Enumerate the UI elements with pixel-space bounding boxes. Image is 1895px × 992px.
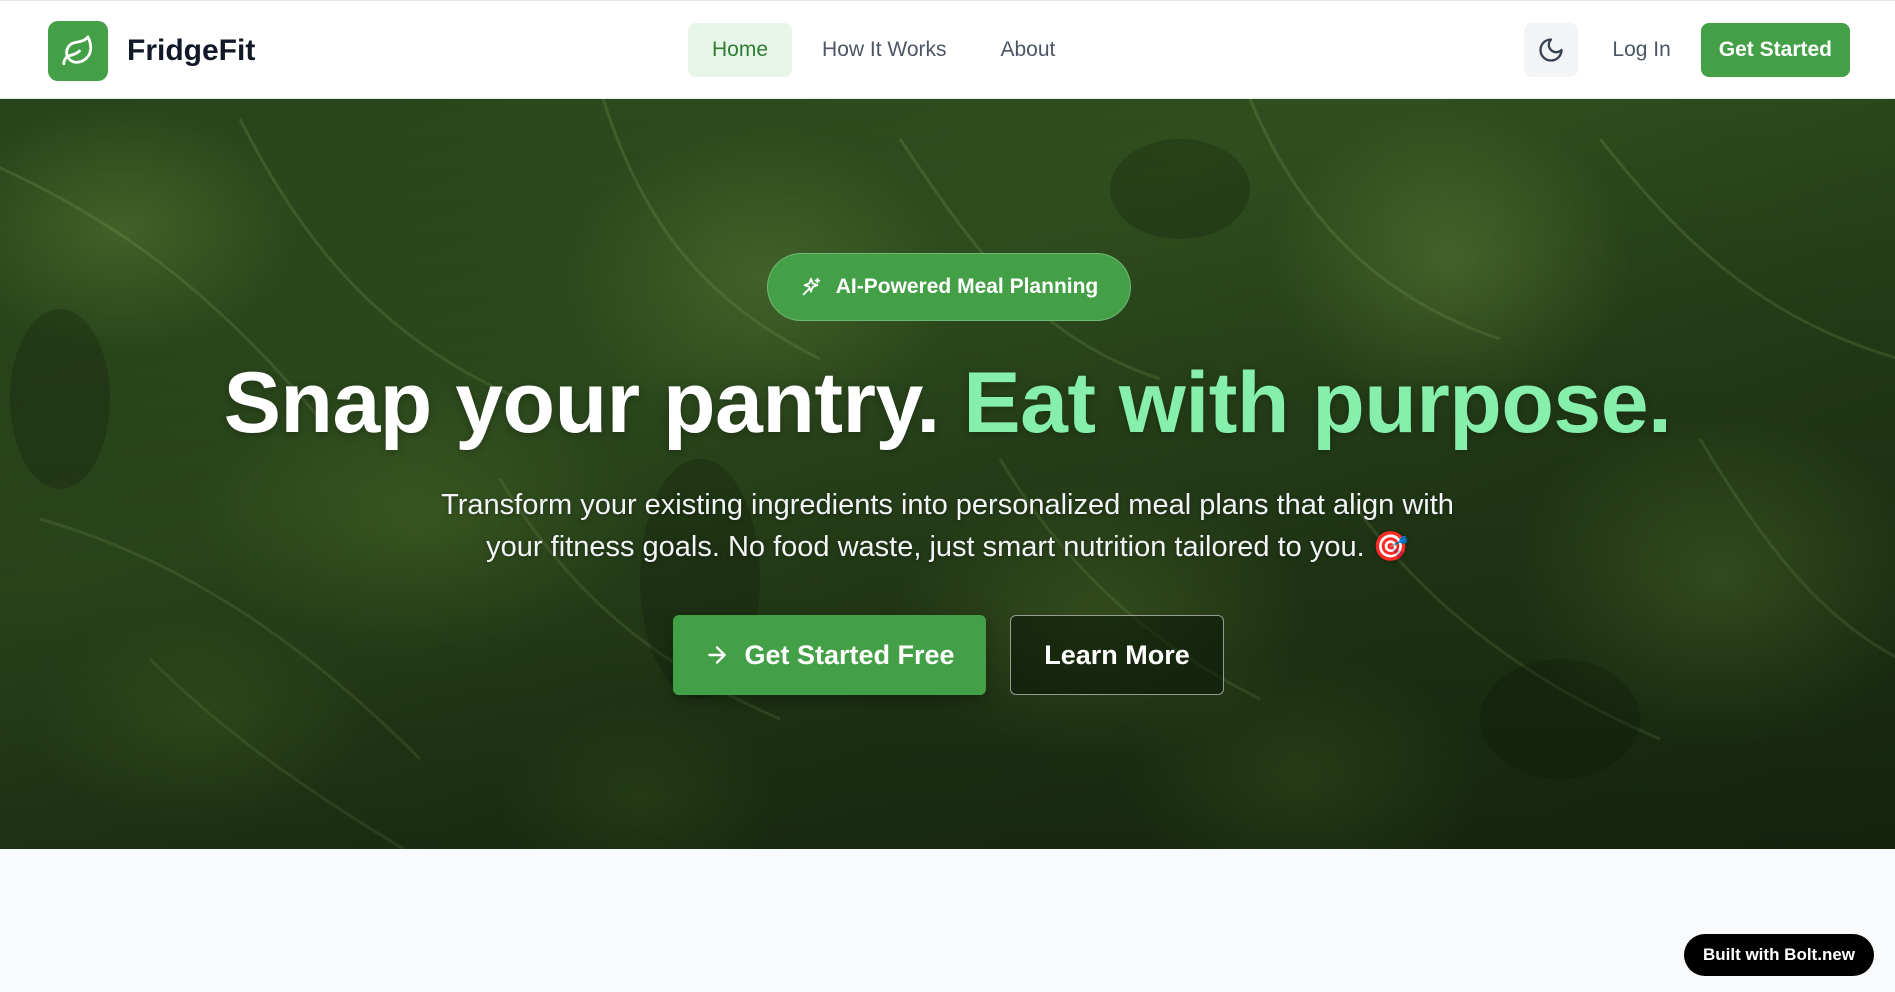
hero-overlay <box>0 99 1895 849</box>
moon-icon <box>1539 38 1564 62</box>
leaf-icon <box>62 35 93 66</box>
content-section <box>0 849 1895 992</box>
headline-accent: Eat with purpose. <box>963 355 1672 451</box>
navbar: FridgeFit Home How It Works About Log In… <box>0 0 1895 99</box>
login-link[interactable]: Log In <box>1612 38 1670 62</box>
nav-actions: Log In Get Started <box>1524 23 1850 77</box>
theme-toggle-button[interactable] <box>1524 23 1579 77</box>
badge-label: AI-Powered Meal Planning <box>835 275 1099 298</box>
get-started-button[interactable]: Get Started <box>1700 23 1850 77</box>
main-nav: Home How It Works About <box>688 23 1085 77</box>
nav-about[interactable]: About <box>977 23 1080 77</box>
nav-home[interactable]: Home <box>688 23 793 77</box>
get-started-free-button[interactable]: Get Started Free <box>673 615 986 695</box>
arrow-right-icon <box>708 646 727 664</box>
built-with-bolt-badge[interactable]: Built with Bolt.new <box>1684 934 1874 976</box>
hero-subtext: Transform your existing ingredients into… <box>400 484 1495 568</box>
ai-badge: AI-Powered Meal Planning <box>767 253 1131 321</box>
learn-more-button[interactable]: Learn More <box>1010 615 1224 695</box>
subtext-line-2: your fitness goals. No food waste, just … <box>486 531 1409 563</box>
logo-link[interactable]: FridgeFit <box>48 21 255 81</box>
logo-badge <box>48 21 108 81</box>
brand-name: FridgeFit <box>127 34 256 67</box>
headline-main: Snap your pantry. <box>223 355 964 451</box>
sparkles-icon <box>802 277 820 296</box>
hero-section: AI-Powered Meal Planning Snap your pantr… <box>0 99 1895 849</box>
nav-how-it-works[interactable]: How It Works <box>798 23 970 77</box>
subtext-line-1: Transform your existing ingredients into… <box>441 489 1454 521</box>
hero-headline: Snap your pantry. Eat with purpose. <box>0 354 1895 453</box>
get-started-free-label: Get Started Free <box>744 639 955 670</box>
